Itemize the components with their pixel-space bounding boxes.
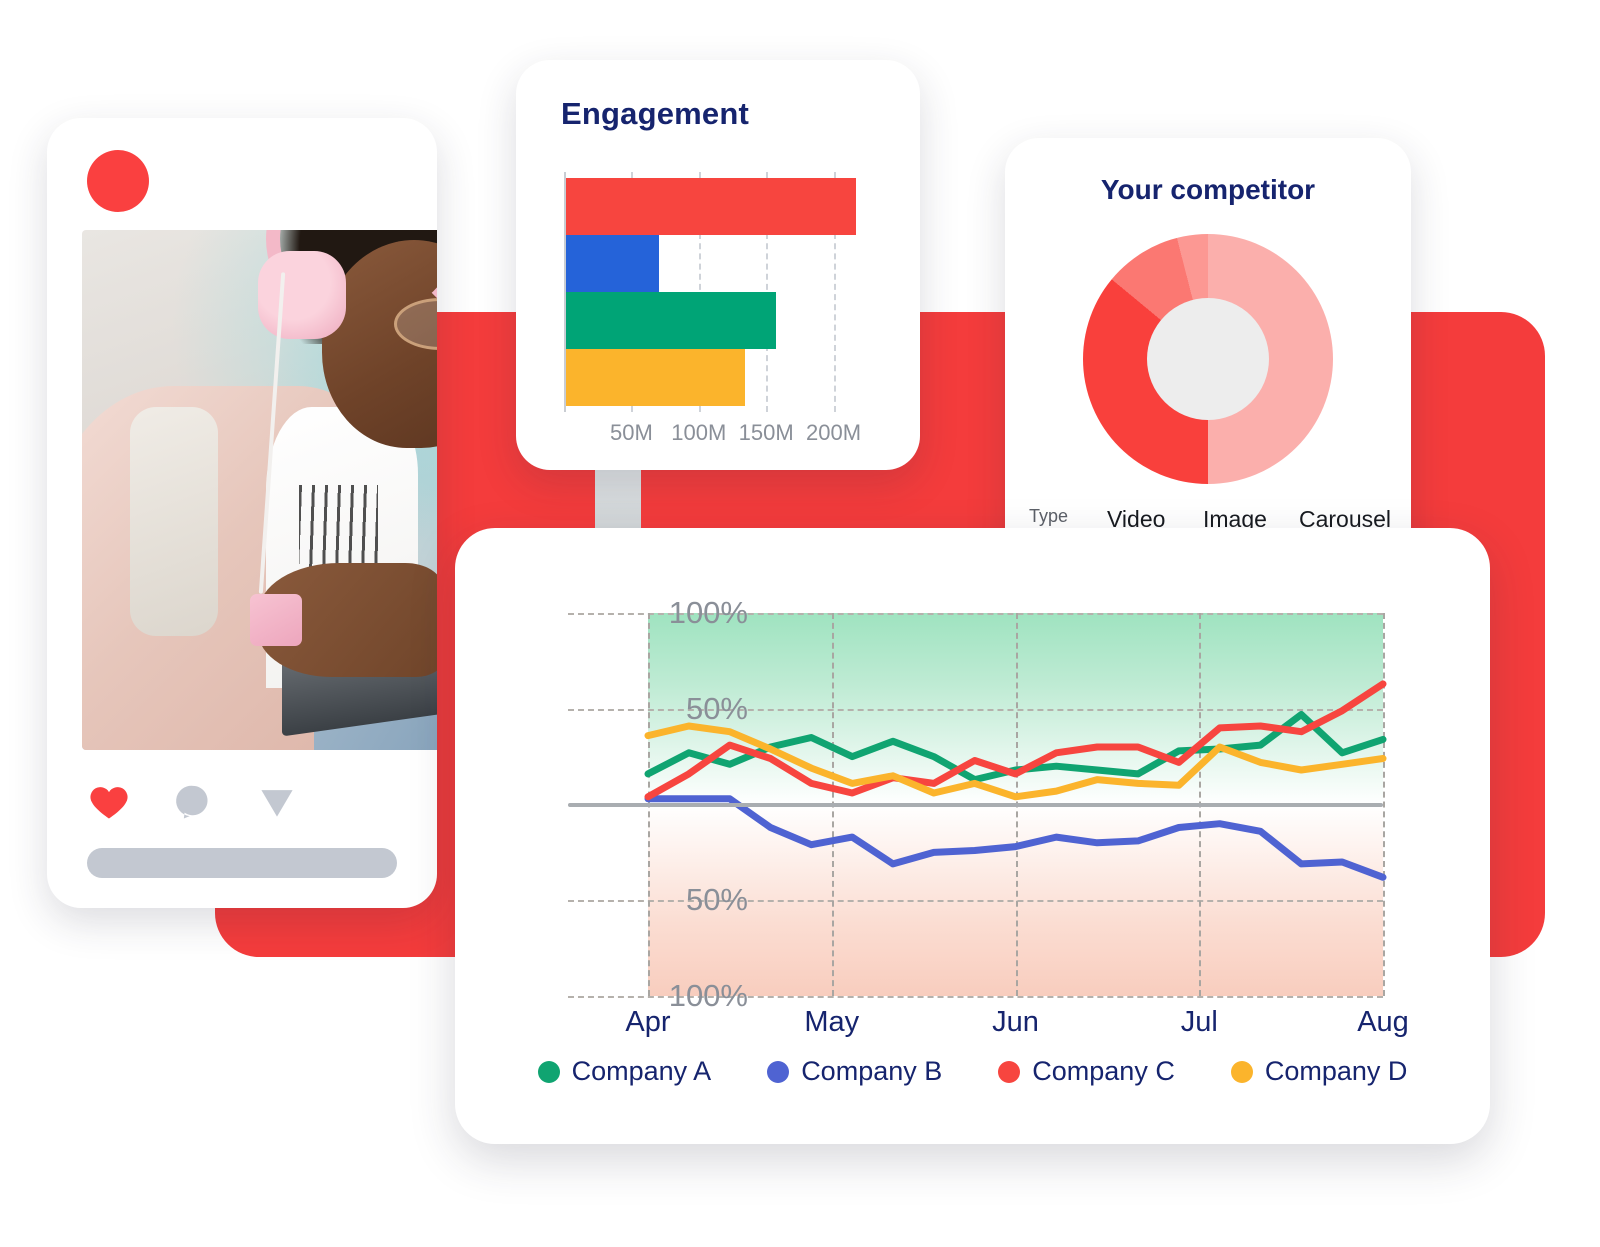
hero-illustration: Engagement 50M 100M 150M 200M Your competit… bbox=[0, 0, 1600, 1247]
donut-hole bbox=[1147, 298, 1269, 420]
legend-item[interactable]: Company B bbox=[767, 1056, 942, 1087]
y-tick-label: 100% bbox=[668, 978, 748, 1013]
engagement-card: Engagement 50M 100M 150M 200M bbox=[516, 60, 920, 470]
line-chart-plot bbox=[568, 613, 1387, 998]
line-company-b bbox=[644, 795, 1387, 881]
x-tick-label: 100M bbox=[671, 420, 727, 445]
caption-placeholder-bar bbox=[87, 848, 397, 878]
page-title: Engagement bbox=[561, 96, 750, 131]
legend-dot-icon bbox=[767, 1060, 790, 1083]
y-tick-label: 50% bbox=[685, 690, 748, 726]
legend-item[interactable]: Company D bbox=[1230, 1056, 1408, 1087]
gridline-v bbox=[1383, 613, 1385, 996]
heart-icon[interactable] bbox=[87, 780, 131, 824]
y-tick-label: 50% bbox=[685, 882, 748, 918]
bar-4 bbox=[566, 349, 746, 406]
x-tick-label: May bbox=[804, 1006, 860, 1038]
bar-1 bbox=[566, 178, 856, 235]
x-tick-label: 50M bbox=[609, 420, 653, 445]
social-post-card bbox=[47, 118, 437, 908]
avatar[interactable] bbox=[87, 150, 149, 212]
legend-item[interactable]: Company A bbox=[537, 1056, 712, 1087]
baseline bbox=[568, 802, 1383, 807]
row-header-type: Type bbox=[1029, 506, 1069, 526]
x-tick-label: 200M bbox=[806, 420, 862, 445]
x-axis-tick-labels: 50M 100M 150M 200M bbox=[564, 420, 874, 450]
bar-3 bbox=[566, 292, 777, 349]
post-action-bar bbox=[87, 780, 299, 824]
legend-label: Company A bbox=[571, 1056, 712, 1086]
trend-chart-card: 100% 50% 50% 100% Apr May Jun Jul Aug Company A… bbox=[455, 528, 1490, 1144]
bar-2 bbox=[566, 235, 659, 292]
x-tick-label: 150M bbox=[738, 420, 794, 445]
x-tick-label: Apr bbox=[625, 1006, 671, 1038]
bar-series bbox=[566, 178, 876, 406]
engagement-bar-chart bbox=[564, 172, 874, 412]
donut-chart bbox=[1083, 234, 1333, 484]
post-photo bbox=[82, 230, 437, 750]
legend-dot-icon bbox=[537, 1060, 560, 1083]
legend-dot-icon bbox=[1230, 1060, 1253, 1083]
legend-label: Company B bbox=[801, 1056, 943, 1086]
x-tick-label: Jul bbox=[1180, 1006, 1218, 1038]
legend-dot-icon bbox=[998, 1060, 1021, 1083]
legend-label: Company C bbox=[1032, 1056, 1175, 1086]
send-icon[interactable] bbox=[255, 780, 299, 824]
legend-item[interactable]: Company C bbox=[998, 1056, 1175, 1087]
legend-label: Company D bbox=[1264, 1056, 1408, 1086]
x-tick-label: Aug bbox=[1357, 1006, 1409, 1038]
y-tick-label: 100% bbox=[668, 595, 748, 630]
x-tick-label: Jun bbox=[992, 1006, 1039, 1038]
comment-bubble-icon[interactable] bbox=[171, 780, 215, 824]
competitor-title: Your competitor bbox=[1100, 174, 1316, 205]
chart-legend: Company A Company B Company C Company D bbox=[455, 1056, 1490, 1087]
